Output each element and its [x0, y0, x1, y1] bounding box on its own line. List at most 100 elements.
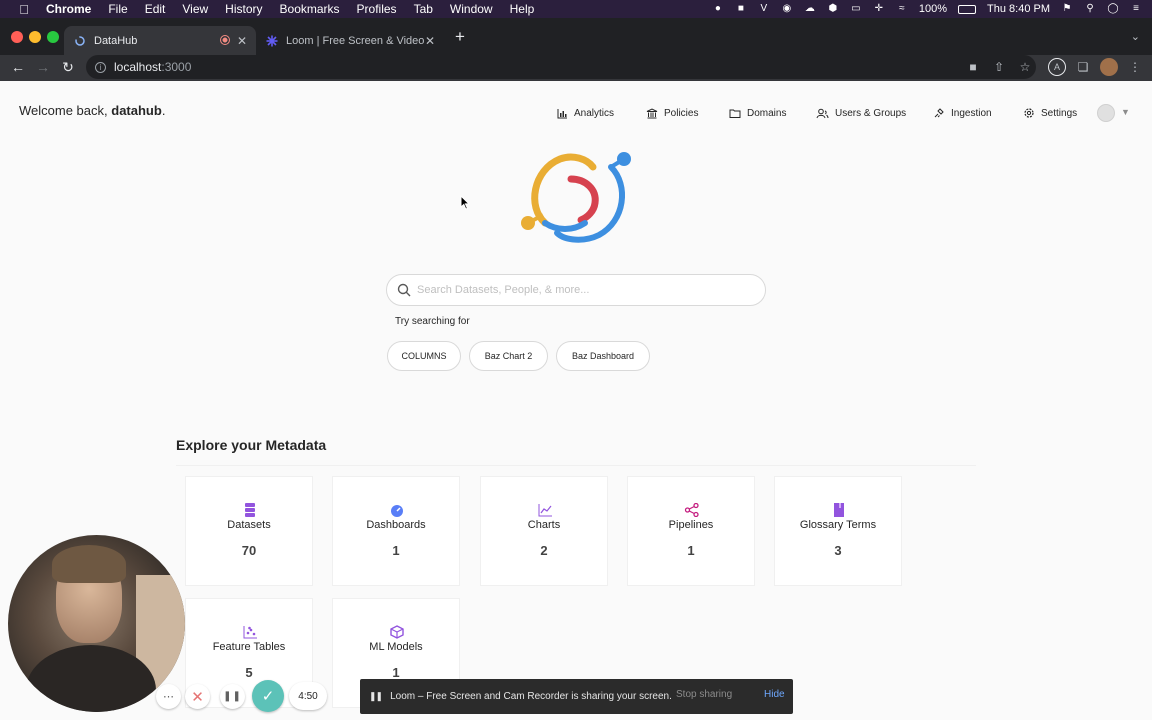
nav-label: Domains: [747, 107, 787, 119]
window-close-button[interactable]: [11, 31, 23, 43]
cast-icon[interactable]: ■: [964, 58, 982, 76]
apple-icon[interactable]: : [16, 2, 32, 17]
nav-analytics[interactable]: Analytics: [557, 105, 614, 121]
loom-pause-icon[interactable]: ❚❚: [220, 684, 245, 709]
datahub-favicon: [74, 35, 86, 47]
loom-finish-icon[interactable]: ✓: [252, 680, 284, 712]
tab-loom[interactable]: Loom | Free Screen & Video Rec ✕: [256, 26, 444, 55]
user-avatar[interactable]: [1097, 104, 1115, 122]
tab-title: DataHub: [94, 34, 138, 47]
new-tab-icon[interactable]: +: [455, 27, 465, 47]
flag-icon[interactable]: ⚑: [1061, 3, 1073, 15]
entity-card-pipelines[interactable]: Pipelines 1: [627, 476, 755, 586]
mouse-cursor: [460, 195, 470, 210]
search-icon: [397, 283, 411, 297]
tab-datahub[interactable]: DataHub ✕: [64, 26, 256, 55]
entity-card-datasets[interactable]: Datasets 70: [185, 476, 313, 586]
suggestion-columns[interactable]: COLUMNS: [387, 341, 461, 371]
loom-more-icon[interactable]: ⋯: [156, 684, 181, 709]
search-bar[interactable]: [386, 274, 766, 306]
browser-tab-strip: DataHub ✕ Loom | Free Screen & Video Rec…: [0, 18, 1152, 55]
camera-icon[interactable]: ■: [735, 3, 747, 15]
menu-edit[interactable]: Edit: [145, 2, 166, 16]
api-icon: [934, 108, 944, 118]
welcome-message: Welcome back, datahub.: [19, 103, 165, 118]
window-zoom-button[interactable]: [47, 31, 59, 43]
nav-settings[interactable]: Settings: [1023, 105, 1077, 121]
code-sandbox-icon: [390, 625, 404, 639]
share-page-icon[interactable]: ⇧: [990, 58, 1008, 76]
clock[interactable]: Thu 8:40 PM: [987, 3, 1050, 15]
profile-avatar-icon[interactable]: [1100, 58, 1118, 76]
menu-help[interactable]: Help: [510, 2, 535, 16]
caret-down-icon[interactable]: ▼: [1121, 107, 1130, 117]
tab-search-chevron-icon[interactable]: ⌄: [1131, 30, 1140, 43]
menu-bookmarks[interactable]: Bookmarks: [280, 2, 340, 16]
nav-label: Settings: [1041, 107, 1078, 119]
control-center-icon[interactable]: ≡: [1130, 3, 1142, 15]
extensions-puzzle-icon[interactable]: ❏: [1074, 58, 1092, 76]
suggestion-baz-dashboard[interactable]: Baz Dashboard: [556, 341, 650, 371]
mac-menu-bar:  Chrome File Edit View History Bookmark…: [0, 0, 1152, 18]
bank-icon: [646, 107, 658, 118]
suggestion-baz-chart-2[interactable]: Baz Chart 2: [469, 341, 548, 371]
card-count: 1: [392, 665, 400, 680]
welcome-suffix: .: [161, 103, 166, 118]
airplay-icon[interactable]: ▭: [850, 3, 862, 15]
entity-card-glossary-terms[interactable]: Glossary Terms 3: [774, 476, 902, 586]
line-chart-icon: [538, 504, 552, 517]
menu-profiles[interactable]: Profiles: [357, 2, 397, 16]
nav-users-groups[interactable]: Users & Groups: [816, 105, 906, 121]
nav-domains[interactable]: Domains: [729, 105, 786, 121]
share-message: Loom – Free Screen and Cam Recorder is s…: [390, 691, 672, 702]
chrome-menu-icon[interactable]: ⋮: [1126, 58, 1144, 76]
nav-policies[interactable]: Policies: [646, 105, 698, 121]
bookmark-star-icon[interactable]: ☆: [1016, 58, 1034, 76]
nav-ingestion[interactable]: Ingestion: [933, 105, 992, 121]
book-icon: [834, 503, 844, 517]
sharing-pause-icon: ❚❚: [369, 691, 383, 701]
entity-card-dashboards[interactable]: Dashboards 1: [332, 476, 460, 586]
siri-icon[interactable]: ◯: [1107, 3, 1119, 15]
close-tab-icon[interactable]: ✕: [237, 34, 247, 48]
onepassword-icon[interactable]: ◉: [781, 3, 793, 15]
menu-chrome[interactable]: Chrome: [46, 2, 91, 16]
entity-card-charts[interactable]: Charts 2: [480, 476, 608, 586]
battery-icon[interactable]: [958, 4, 977, 14]
menu-tab[interactable]: Tab: [414, 2, 433, 16]
tab-title: Loom | Free Screen & Video Rec: [286, 34, 426, 47]
search-input[interactable]: [417, 284, 737, 296]
cloud-icon[interactable]: ☁: [804, 3, 816, 15]
card-name: Feature Tables: [212, 641, 286, 653]
extension-a-icon[interactable]: A: [1048, 58, 1066, 76]
forward-icon[interactable]: →: [33, 57, 53, 77]
back-icon[interactable]: ←: [8, 57, 28, 77]
loom-camera-bubble[interactable]: [8, 535, 185, 712]
hide-button[interactable]: Hide: [764, 689, 785, 700]
address-bar[interactable]: i localhost:3000 ■ ⇧ ☆: [86, 55, 1036, 79]
vectorworks-icon[interactable]: V: [758, 3, 770, 15]
menu-window[interactable]: Window: [450, 2, 493, 16]
close-tab-icon[interactable]: ✕: [425, 34, 435, 48]
dashboard-icon: [391, 505, 403, 517]
window-minimize-button[interactable]: [29, 31, 41, 43]
folder-icon: [729, 109, 741, 118]
move-icon[interactable]: ✛: [873, 3, 885, 15]
site-info-icon[interactable]: i: [95, 61, 106, 73]
loom-cancel-icon[interactable]: ✕: [185, 684, 210, 709]
menu-file[interactable]: File: [108, 2, 127, 16]
wifi-icon[interactable]: ≈: [896, 3, 908, 15]
stop-sharing-button[interactable]: Stop sharing: [676, 689, 732, 700]
welcome-username: datahub: [111, 103, 162, 118]
reload-icon[interactable]: ↻: [58, 57, 78, 77]
nav-label: Analytics: [574, 107, 615, 119]
honey-icon[interactable]: ⬢: [827, 3, 839, 15]
menu-view[interactable]: View: [182, 2, 208, 16]
loom-timer: 4:50: [289, 682, 327, 710]
spotlight-icon[interactable]: ⚲: [1084, 3, 1096, 15]
card-name: Charts: [527, 519, 561, 531]
card-count: 1: [687, 543, 695, 558]
mic-icon[interactable]: ●: [712, 3, 724, 15]
datahub-logo: [521, 152, 631, 243]
menu-history[interactable]: History: [225, 2, 262, 16]
